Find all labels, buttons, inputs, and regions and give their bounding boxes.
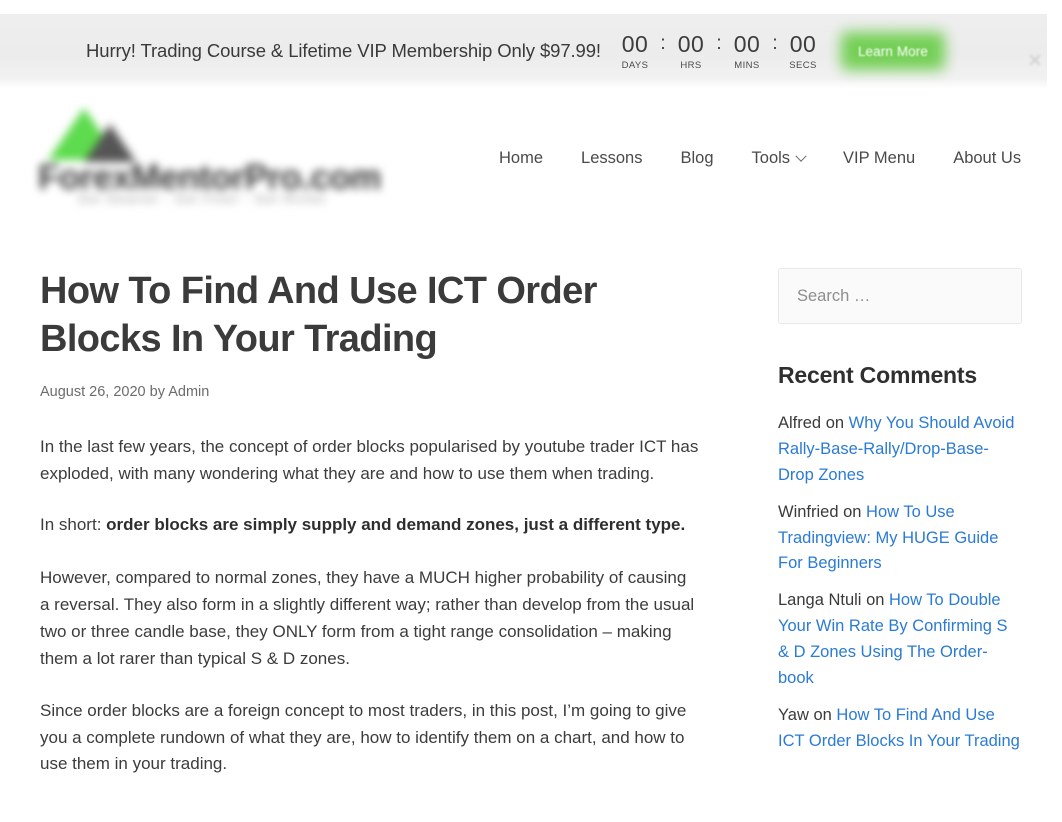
countdown-unit-mins: 00 MINS: [723, 32, 771, 70]
recent-comments-list: Alfred on Why You Should Avoid Rally-Bas…: [778, 411, 1022, 755]
paragraph-bold-text: order blocks are simply supply and deman…: [106, 515, 686, 535]
nav-item-about-us[interactable]: About Us: [934, 149, 1040, 168]
countdown-hrs-value: 00: [677, 31, 705, 58]
article-meta: August 26, 2020 by Admin: [40, 384, 740, 400]
comment-author: Yaw: [778, 705, 809, 724]
nav-item-blog[interactable]: Blog: [661, 149, 732, 168]
countdown-separator: :: [716, 33, 722, 55]
nav-label: Lessons: [581, 149, 643, 167]
article-author[interactable]: Admin: [168, 384, 209, 400]
nav-label: Blog: [680, 149, 714, 167]
countdown-separator: :: [772, 33, 778, 55]
site-header: ForexMentorPro.com Get Smarter - Get Fit…: [0, 89, 1047, 228]
comment-on-word: on: [838, 502, 867, 521]
nav-label: About Us: [953, 149, 1022, 167]
sidebar: Recent Comments Alfred on Why You Should…: [778, 268, 1022, 766]
list-item: Alfred on Why You Should Avoid Rally-Bas…: [778, 411, 1022, 489]
recent-comments-heading: Recent Comments: [778, 362, 977, 388]
promo-message: Hurry! Trading Course & Lifetime VIP Mem…: [86, 40, 601, 62]
countdown-timer: 00 DAYS : 00 HRS : 00 MINS : 00 SECS: [611, 32, 827, 70]
primary-navigation: Home Lessons Blog Tools VIP Menu About U…: [480, 89, 1040, 228]
comment-author: Alfred: [778, 414, 822, 432]
chevron-down-icon: [795, 150, 807, 162]
learn-more-label: Learn More: [857, 43, 928, 59]
promo-banner: Hurry! Trading Course & Lifetime VIP Mem…: [0, 14, 1047, 89]
nav-item-vip-menu[interactable]: VIP Menu: [824, 149, 934, 168]
article-paragraph: However, compared to normal zones, they …: [40, 568, 695, 668]
countdown-days-label: DAYS: [621, 59, 649, 71]
comment-on-word: on: [861, 591, 890, 610]
article-body: In the last few years, the concept of or…: [40, 434, 740, 779]
list-item: Langa Ntuli on How To Double Your Win Ra…: [778, 588, 1022, 692]
comment-author: Winfried: [778, 502, 839, 521]
countdown-unit-days: 00 DAYS: [611, 32, 659, 70]
page-gutter: [1047, 0, 1062, 822]
site-logo[interactable]: ForexMentorPro.com Get Smarter - Get Fit…: [38, 106, 418, 210]
list-item: Winfried on How To Use Tradingview: My H…: [778, 500, 1022, 578]
article-by-word: by: [149, 383, 165, 400]
logo-arrow-secondary-icon: [84, 124, 136, 162]
page-title: How To Find And Use ICT Order Blocks In …: [40, 270, 597, 360]
article-date: August 26, 2020: [40, 383, 146, 400]
logo-tagline: Get Smarter - Get Fitter - Get Richer: [78, 192, 328, 206]
comment-on-word: on: [821, 414, 849, 432]
nav-item-lessons[interactable]: Lessons: [562, 149, 661, 168]
search-input[interactable]: [778, 268, 1022, 324]
countdown-secs-value: 00: [789, 31, 817, 58]
close-icon[interactable]: [1025, 50, 1045, 70]
search-form: [778, 268, 1022, 324]
countdown-secs-label: SECS: [789, 59, 817, 71]
nav-item-tools[interactable]: Tools: [733, 149, 825, 168]
comment-author: Langa Ntuli: [778, 591, 862, 610]
countdown-mins-label: MINS: [734, 59, 760, 71]
content-area: How To Find And Use ICT Order Blocks In …: [0, 228, 1047, 822]
article: How To Find And Use ICT Order Blocks In …: [40, 268, 740, 803]
comment-on-word: on: [808, 705, 837, 724]
learn-more-button[interactable]: Learn More: [840, 32, 945, 71]
countdown-days-value: 00: [621, 31, 649, 58]
paragraph-lead-text: In short:: [40, 515, 107, 535]
article-paragraph: In the last few years, the concept of or…: [40, 436, 699, 483]
countdown-unit-secs: 00 SECS: [779, 32, 827, 70]
countdown-unit-hrs: 00 HRS: [667, 32, 715, 70]
article-paragraph: Since order blocks are a foreign concept…: [40, 700, 687, 774]
list-item: Yaw on How To Find And Use ICT Order Blo…: [778, 703, 1022, 755]
nav-label: VIP Menu: [843, 149, 916, 167]
nav-label: Home: [499, 149, 544, 167]
countdown-hrs-label: HRS: [680, 59, 702, 71]
nav-label: Tools: [751, 149, 791, 167]
article-paragraph-lead: In short: order blocks are simply supply…: [40, 512, 700, 539]
countdown-mins-value: 00: [733, 31, 761, 58]
nav-item-home[interactable]: Home: [480, 149, 562, 168]
countdown-separator: :: [660, 33, 666, 55]
